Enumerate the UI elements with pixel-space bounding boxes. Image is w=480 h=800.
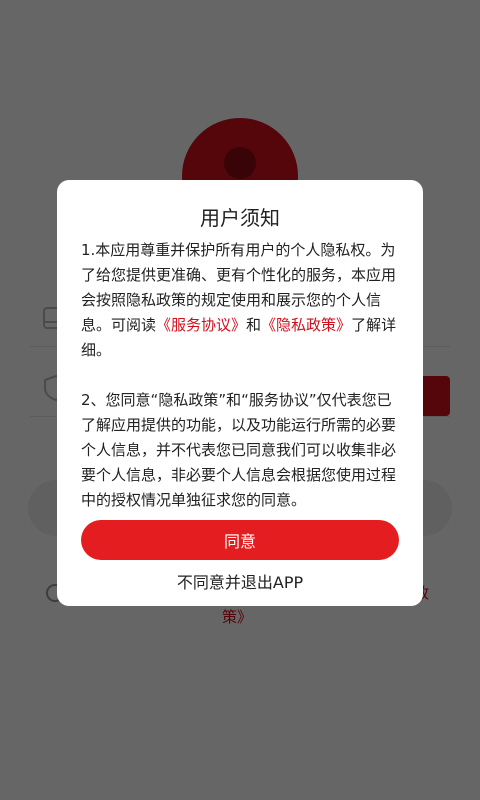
notice-paragraph-2: 2、您同意“隐私政策”和“服务协议”仅代表您已了解应用提供的功能，以及功能运行所… [81,391,397,509]
agree-button[interactable]: 同意 [81,520,399,560]
user-notice-dialog: 用户须知 1.本应用尊重并保护所有用户的个人隐私权。为了给您提供更准确、更有个性… [57,180,423,606]
notice-paragraph-1: 1.本应用尊重并保护所有用户的个人隐私权。为了给您提供更准确、更有个性化的服务，… [81,238,399,363]
dialog-title: 用户须知 [200,206,280,230]
and-text: 和 [246,316,262,334]
dialog-body: 1.本应用尊重并保护所有用户的个人隐私权。为了给您提供更准确、更有个性化的服务，… [81,238,399,513]
privacy-policy-link[interactable]: 《隐私政策》 [261,316,351,334]
disagree-exit-button[interactable]: 不同意并退出APP [57,569,423,593]
service-agreement-link[interactable]: 《服务协议》 [156,316,246,334]
